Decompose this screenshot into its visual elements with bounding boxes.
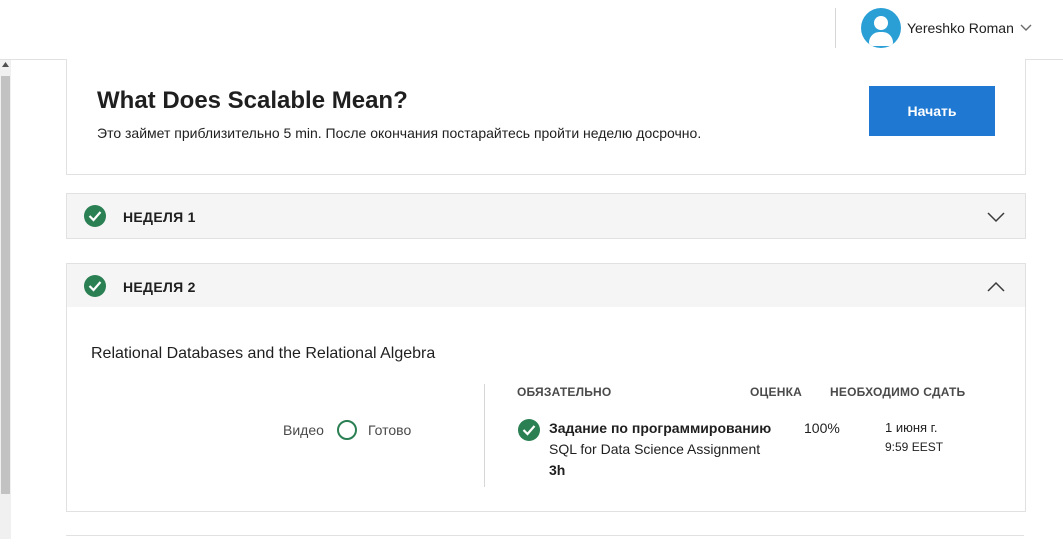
column-divider: [484, 384, 485, 487]
assignment-grade: 100%: [804, 420, 840, 436]
chevron-down-icon[interactable]: [987, 210, 1005, 223]
header-divider: [835, 8, 836, 48]
scrollbar-thumb[interactable]: [1, 76, 10, 494]
top-navigation-bar: Yereshko Roman: [0, 0, 1063, 60]
check-circle-icon: [518, 419, 540, 441]
video-label: Видео: [283, 422, 324, 438]
check-circle-icon: [84, 205, 106, 227]
ready-status-icon: [337, 420, 357, 440]
assignment-duration: 3h: [549, 462, 566, 478]
due-column-header: НЕОБХОДИМО СДАТЬ: [830, 385, 966, 399]
chevron-down-icon[interactable]: [1020, 22, 1032, 34]
lesson-card-subtitle: Это займет приблизительно 5 min. После о…: [97, 125, 702, 141]
chevron-up-icon[interactable]: [987, 280, 1005, 292]
ready-label: Готово: [368, 422, 412, 438]
week-2-label: НЕДЕЛЯ 2: [123, 279, 196, 295]
week-2-header[interactable]: НЕДЕЛЯ 2: [66, 263, 1026, 308]
user-name[interactable]: Yereshko Roman: [907, 20, 1014, 36]
user-avatar-icon[interactable]: [861, 8, 901, 48]
user-menu[interactable]: Yereshko Roman: [861, 8, 1032, 48]
assignment-type: Задание по программированию: [549, 420, 772, 436]
scrollbar[interactable]: [0, 60, 11, 539]
start-button[interactable]: Начать: [869, 86, 995, 136]
week-2-content: Relational Databases and the Relational …: [66, 307, 1026, 512]
required-column-header: ОБЯЗАТЕЛЬНО: [517, 385, 612, 399]
check-circle-icon: [84, 275, 106, 297]
current-lesson-card: What Does Scalable Mean? Это займет приб…: [66, 59, 1026, 175]
lesson-title: Relational Databases and the Relational …: [91, 345, 436, 362]
due-date: 1 июня г.: [885, 420, 938, 435]
next-section-edge: [66, 535, 1024, 546]
grade-column-header: ОЦЕНКА: [750, 385, 802, 399]
scroll-up-arrow-icon[interactable]: [0, 62, 11, 72]
week-1-header[interactable]: НЕДЕЛЯ 1: [66, 193, 1026, 239]
assignment-link[interactable]: SQL for Data Science Assignment: [549, 441, 760, 457]
lesson-card-title: What Does Scalable Mean?: [97, 87, 408, 114]
due-time: 9:59 EEST: [885, 440, 944, 454]
week-1-label: НЕДЕЛЯ 1: [123, 209, 196, 225]
